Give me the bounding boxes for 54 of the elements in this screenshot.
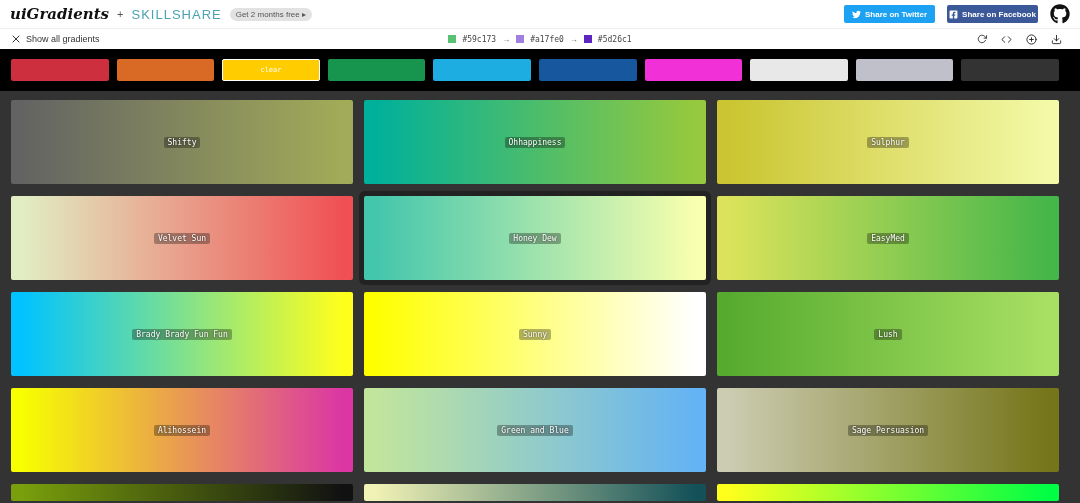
- gradient-name: Honey Dew: [509, 232, 561, 244]
- color-filter[interactable]: [11, 59, 109, 81]
- show-all-link[interactable]: Show all gradients: [10, 33, 100, 45]
- color-filter[interactable]: [327, 59, 426, 81]
- color-filter[interactable]: [961, 59, 1059, 81]
- gradient-name: EasyMed: [867, 232, 909, 244]
- gradient-name: Ohhappiness: [504, 136, 566, 148]
- gradient-card[interactable]: Shifty: [11, 100, 353, 184]
- gradient-card[interactable]: Alihossein: [11, 388, 353, 472]
- plus-sign: +: [117, 8, 124, 20]
- close-icon: [10, 33, 22, 45]
- github-icon[interactable]: [1050, 4, 1070, 24]
- gradient-card[interactable]: Brady Brady Fun Fun: [11, 292, 353, 376]
- color-filter[interactable]: [750, 59, 848, 81]
- gradient-card[interactable]: Ohhappiness: [364, 100, 706, 184]
- gradient-name: Sage Persuasion: [847, 424, 929, 436]
- hex-code: #5d26c1: [597, 34, 632, 44]
- gradient-card[interactable]: Sage Persuasion: [717, 388, 1059, 472]
- color-filter[interactable]: [116, 59, 215, 81]
- gradient-name: Sulphur: [867, 136, 909, 148]
- partner-logo[interactable]: SKILLSHARE: [131, 6, 222, 22]
- twitter-icon: [851, 9, 861, 19]
- gradient-card[interactable]: Green and Blue: [364, 388, 706, 472]
- arrow-text: →: [502, 34, 511, 44]
- gradient-name: Green and Blue: [497, 424, 573, 436]
- color-filter[interactable]: [644, 59, 743, 81]
- gradient-card[interactable]: Sulphur: [717, 100, 1059, 184]
- arrow-text: →: [569, 34, 578, 44]
- gradient-card[interactable]: Lush: [717, 292, 1059, 376]
- add-icon[interactable]: [1026, 33, 1037, 45]
- gradient-card[interactable]: [11, 484, 353, 501]
- share-button[interactable]: Share on Twitter: [844, 5, 935, 23]
- color-filter[interactable]: [538, 59, 637, 81]
- gradient-card[interactable]: Velvet Sun: [11, 196, 353, 280]
- code-icon[interactable]: [1001, 33, 1012, 45]
- gradient-name: Brady Brady Fun Fun: [132, 328, 232, 340]
- color-filter[interactable]: [855, 59, 954, 81]
- facebook-icon: [949, 9, 959, 19]
- color-filter[interactable]: [433, 59, 531, 81]
- gradient-name: Sunny: [518, 328, 552, 340]
- hex-code: #59c173: [462, 34, 497, 44]
- gradient-card[interactable]: Sunny: [364, 292, 706, 376]
- promo-badge[interactable]: Get 2 months free ▸: [229, 7, 312, 21]
- gradient-name: Alihossein: [153, 424, 211, 436]
- logo[interactable]: uiGradients: [10, 5, 110, 23]
- share-button[interactable]: Share on Facebook: [947, 5, 1038, 23]
- gradient-name: Shifty: [163, 136, 201, 148]
- hex-code: #a17fe0: [530, 34, 564, 44]
- gradient-card[interactable]: EasyMed: [717, 196, 1059, 280]
- gradient-card[interactable]: [364, 484, 706, 501]
- rotate-icon[interactable]: [977, 34, 987, 44]
- download-icon[interactable]: [1051, 33, 1062, 45]
- gradient-name: Lush: [874, 328, 902, 340]
- gradient-name: Velvet Sun: [153, 232, 211, 244]
